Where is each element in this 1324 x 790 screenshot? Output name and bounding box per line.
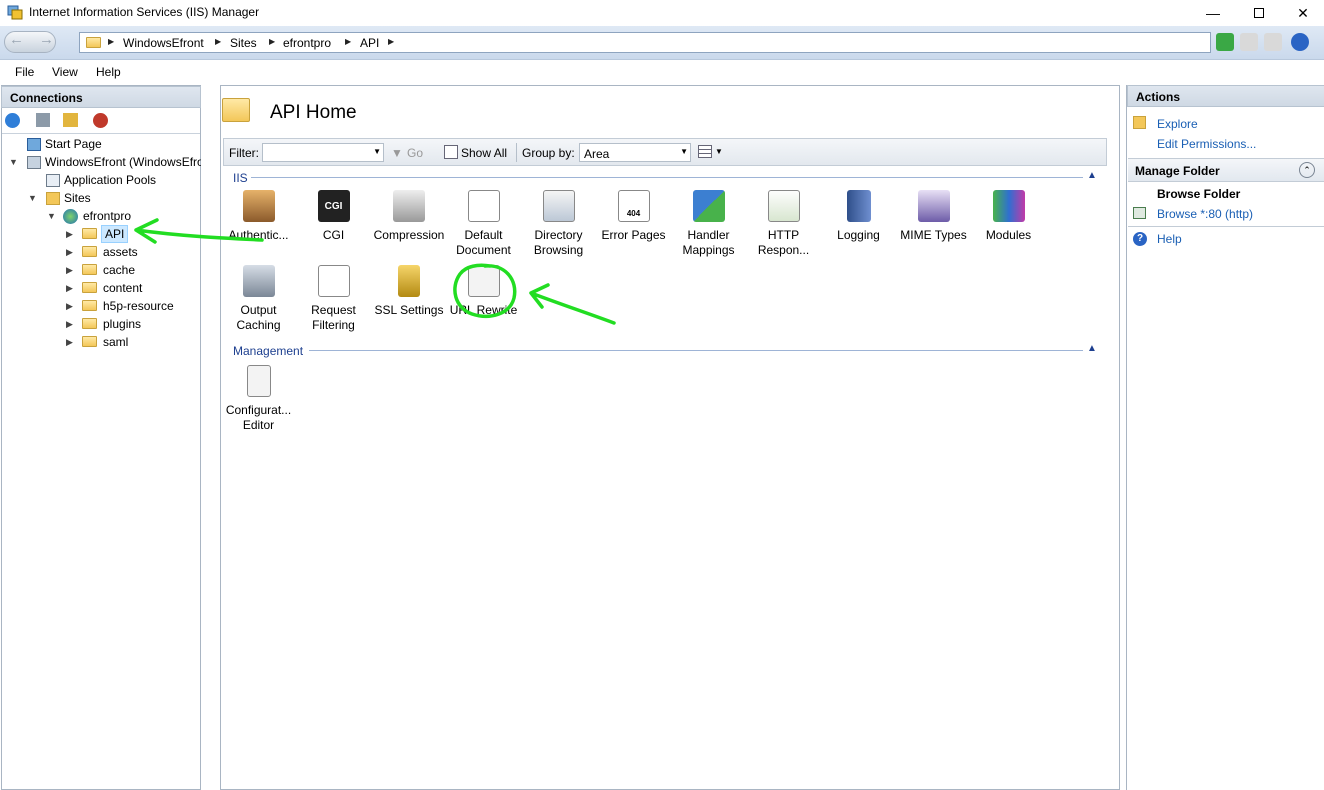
annotation-circle-url-rewrite [453, 263, 517, 319]
annotation-arrow-api [134, 218, 264, 244]
annotation-arrow-url-rewrite [529, 283, 616, 325]
annotation-overlay [134, 218, 616, 325]
